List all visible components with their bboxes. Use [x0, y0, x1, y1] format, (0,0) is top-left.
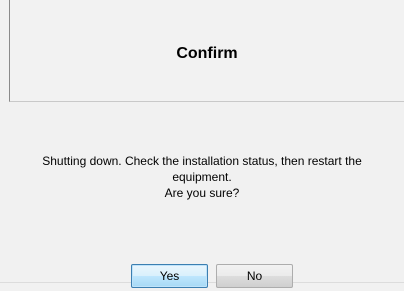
confirm-dialog: Confirm Shutting down. Check the install…: [0, 0, 404, 291]
no-button[interactable]: No: [216, 264, 293, 288]
message-line-3: Are you sure?: [164, 186, 240, 200]
yes-button[interactable]: Yes: [131, 264, 208, 288]
message-line-2: equipment.: [172, 170, 232, 184]
confirm-message: Shutting down. Check the installation st…: [20, 153, 384, 201]
dialog-header: Confirm: [9, 0, 404, 102]
message-line-1: Shutting down. Check the installation st…: [42, 154, 362, 168]
dialog-body: Shutting down. Check the installation st…: [0, 102, 404, 291]
dialog-title: Confirm: [176, 45, 238, 62]
